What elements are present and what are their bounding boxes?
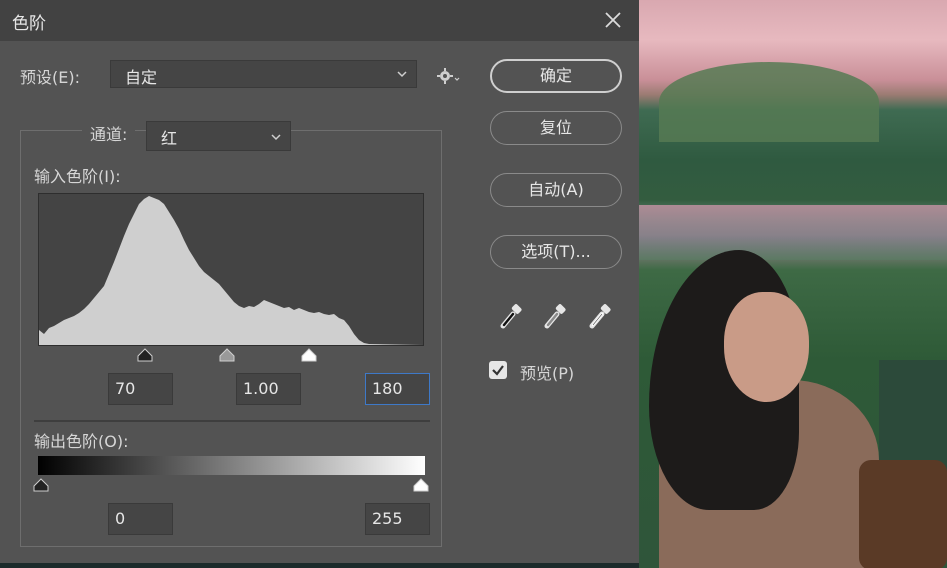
channel-label: 通道: <box>82 121 136 145</box>
channel-dropdown[interactable]: 红 <box>146 121 291 151</box>
histogram-graph <box>39 196 423 345</box>
photo-handbag <box>859 460 947 568</box>
gray-eyedropper-button[interactable] <box>543 303 569 331</box>
photo-hill <box>659 62 879 142</box>
photo-person-face <box>724 292 809 402</box>
chevron-down-icon <box>397 71 407 78</box>
black-eyedropper-icon <box>500 304 522 329</box>
channel-value: 红 <box>161 129 178 148</box>
input-black-field[interactable]: 70 <box>108 373 173 405</box>
input-gamma-slider[interactable] <box>219 348 235 362</box>
black-eyedropper-button[interactable] <box>499 303 525 331</box>
white-eyedropper-button[interactable] <box>588 303 614 331</box>
histogram-fill <box>39 196 423 345</box>
ok-button[interactable]: 确定 <box>490 59 622 93</box>
preset-dropdown[interactable]: 自定 <box>110 60 417 88</box>
chevron-down-icon <box>271 134 281 141</box>
close-icon <box>605 12 621 28</box>
input-white-field[interactable]: 180 <box>365 373 430 405</box>
divider <box>34 420 430 422</box>
preset-options-button[interactable] <box>436 66 462 86</box>
preset-label: 预设(E): <box>20 68 80 87</box>
input-levels-label: 输入色阶(I): <box>34 167 121 186</box>
dialog-title: 色阶 <box>12 14 46 34</box>
checkmark-icon <box>492 365 504 376</box>
background-photo <box>639 0 947 568</box>
preview-checkbox[interactable] <box>489 361 507 379</box>
close-button[interactable] <box>598 5 628 35</box>
white-eyedropper-icon <box>589 304 611 329</box>
output-white-field[interactable]: 255 <box>365 503 430 535</box>
output-gradient-bar <box>38 456 425 475</box>
reset-button[interactable]: 复位 <box>490 111 622 145</box>
input-gamma-field[interactable]: 1.00 <box>236 373 301 405</box>
gear-icon <box>437 68 460 84</box>
preset-value: 自定 <box>125 68 158 87</box>
input-white-slider[interactable] <box>301 348 317 362</box>
output-black-field[interactable]: 0 <box>108 503 173 535</box>
output-white-slider[interactable] <box>413 478 429 492</box>
canvas-strip <box>0 563 639 568</box>
gray-eyedropper-icon <box>544 304 566 329</box>
options-button[interactable]: 选项(T)... <box>490 235 622 269</box>
output-black-slider[interactable] <box>33 478 49 492</box>
dialog-titlebar[interactable]: 色阶 <box>0 0 639 41</box>
levels-dialog: 色阶 预设(E): 自定 确定 复位 自动(A) 选项(T)... 预览(P) … <box>0 0 639 563</box>
output-levels-label: 输出色阶(O): <box>34 432 129 451</box>
auto-button[interactable]: 自动(A) <box>490 173 622 207</box>
preview-label: 预览(P) <box>520 364 575 383</box>
input-black-slider[interactable] <box>137 348 153 362</box>
histogram <box>38 193 424 346</box>
photo-water <box>639 205 947 260</box>
